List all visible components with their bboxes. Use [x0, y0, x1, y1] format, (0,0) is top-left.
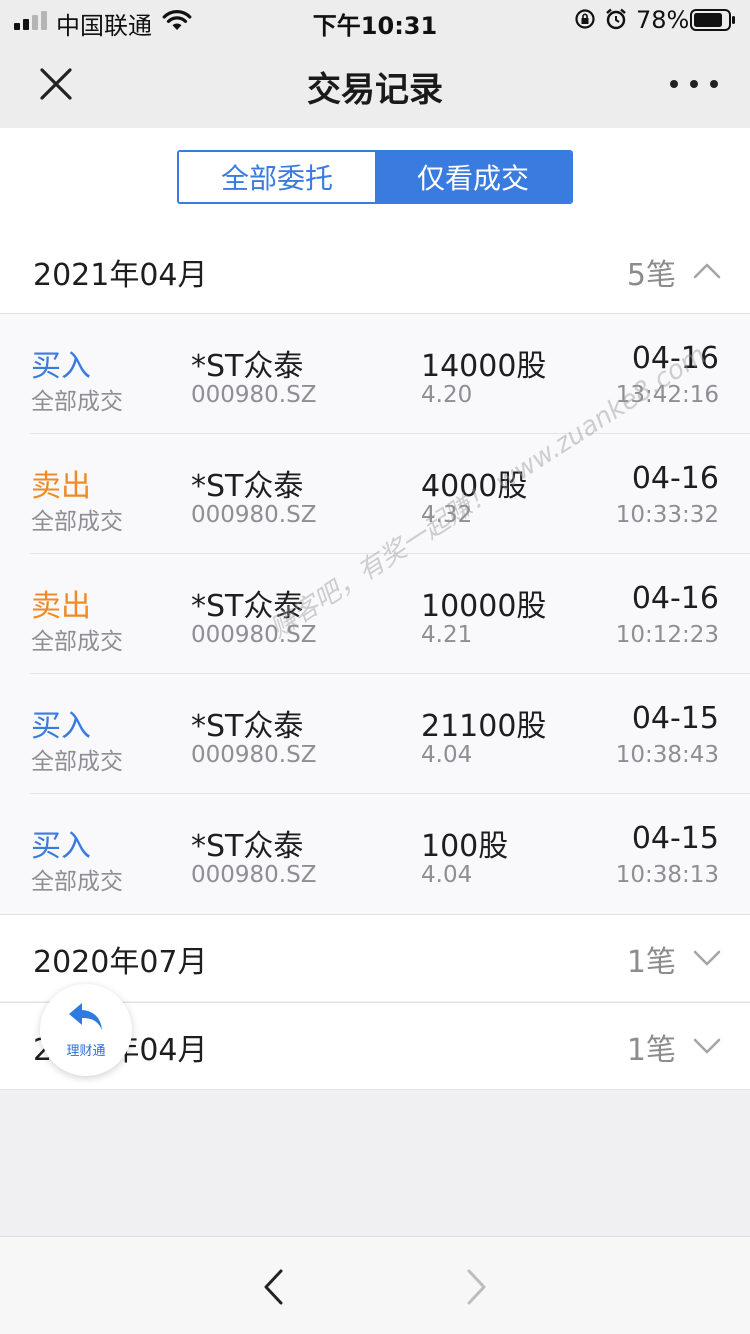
- trade-quantity: 10000股: [421, 589, 547, 624]
- rotation-lock-icon: [575, 9, 595, 29]
- trade-row[interactable]: 卖出 全部成交 *ST众泰 000980.SZ 10000股 4.21 04-1…: [0, 554, 750, 674]
- status-bar: 中国联通 下午10:31 78%: [0, 0, 750, 40]
- tab-filled-only[interactable]: 仅看成交: [375, 152, 571, 202]
- trade-time: 10:38:13: [615, 862, 719, 888]
- group-title: 2021年04月: [33, 258, 208, 293]
- tab-all-orders[interactable]: 全部委托: [179, 152, 375, 202]
- stock-code: 000980.SZ: [191, 502, 317, 528]
- trade-price: 4.32: [421, 502, 473, 528]
- stock-name: *ST众泰: [191, 469, 304, 504]
- trade-quantity: 21100股: [421, 709, 547, 744]
- float-button-label: 理财通: [66, 1044, 106, 1059]
- trade-date: 04-15: [631, 701, 719, 736]
- trade-row[interactable]: 卖出 全部成交 *ST众泰 000980.SZ 4000股 4.32 04-16…: [0, 434, 750, 554]
- close-icon[interactable]: [36, 64, 76, 104]
- trade-side: 买入: [31, 349, 91, 384]
- stock-name: *ST众泰: [191, 829, 304, 864]
- segmented-control: 全部委托 仅看成交: [177, 150, 573, 204]
- trade-status: 全部成交: [31, 869, 123, 895]
- trade-price: 4.21: [421, 622, 473, 648]
- group-count: 1笔: [626, 1033, 676, 1068]
- group-count: 1笔: [626, 945, 676, 980]
- trade-row[interactable]: 买入 全部成交 *ST众泰 000980.SZ 100股 4.04 04-15 …: [0, 794, 750, 914]
- stock-name: *ST众泰: [191, 349, 304, 384]
- trade-price: 4.04: [421, 742, 473, 768]
- trade-status: 全部成交: [31, 749, 123, 775]
- trade-time: 10:12:23: [615, 622, 719, 648]
- battery-percent: 78%: [636, 6, 690, 34]
- page-title: 交易记录: [307, 70, 443, 110]
- reply-arrow-icon: [69, 1003, 102, 1030]
- trade-side: 买入: [31, 709, 91, 744]
- group-count: 5笔: [626, 258, 676, 293]
- trade-price: 4.20: [421, 382, 473, 408]
- back-arrow-icon[interactable]: [252, 1265, 296, 1309]
- nav-bar: 交易记录: [0, 40, 750, 128]
- divider: [0, 1089, 750, 1090]
- stock-name: *ST众泰: [191, 709, 304, 744]
- trade-date: 04-16: [631, 581, 719, 616]
- trade-row[interactable]: 买入 全部成交 *ST众泰 000980.SZ 21100股 4.04 04-1…: [0, 674, 750, 794]
- trade-quantity: 14000股: [421, 349, 547, 384]
- stock-code: 000980.SZ: [191, 742, 317, 768]
- more-dots-icon[interactable]: [670, 68, 718, 100]
- licaitong-float-button[interactable]: 理财通: [40, 984, 132, 1076]
- battery-icon: [690, 9, 735, 31]
- group-header-2020-07[interactable]: 2020年07月 1笔: [0, 915, 750, 1001]
- trade-side: 卖出: [31, 469, 91, 504]
- tab-bar: 全部委托 仅看成交: [0, 128, 750, 228]
- alarm-icon: [606, 8, 626, 30]
- chevron-up-icon: [693, 263, 721, 279]
- stock-code: 000980.SZ: [191, 862, 317, 888]
- chevron-down-icon: [693, 1038, 721, 1054]
- trade-side: 买入: [31, 829, 91, 864]
- trade-quantity: 100股: [421, 829, 509, 864]
- trade-date: 04-15: [631, 821, 719, 856]
- trade-date: 04-16: [631, 341, 719, 376]
- trade-status: 全部成交: [31, 389, 123, 415]
- trade-time: 10:33:32: [615, 502, 719, 528]
- group-header-2021-04[interactable]: 2021年04月 5笔: [0, 228, 750, 314]
- trade-date: 04-16: [631, 461, 719, 496]
- trade-price: 4.04: [421, 862, 473, 888]
- trade-row[interactable]: 买入 全部成交 *ST众泰 000980.SZ 14000股 4.20 04-1…: [0, 314, 750, 434]
- stock-name: *ST众泰: [191, 589, 304, 624]
- trade-list: 买入 全部成交 *ST众泰 000980.SZ 14000股 4.20 04-1…: [0, 314, 750, 914]
- trade-quantity: 4000股: [421, 469, 528, 504]
- trade-time: 10:38:43: [615, 742, 719, 768]
- forward-arrow-icon[interactable]: [454, 1265, 498, 1309]
- trade-status: 全部成交: [31, 629, 123, 655]
- bottom-toolbar: [0, 1236, 750, 1334]
- group-title: 2020年07月: [33, 945, 208, 980]
- trade-status: 全部成交: [31, 509, 123, 535]
- stock-code: 000980.SZ: [191, 382, 317, 408]
- chevron-down-icon: [693, 950, 721, 966]
- trade-side: 卖出: [31, 589, 91, 624]
- trade-time: 13:42:16: [615, 382, 719, 408]
- stock-code: 000980.SZ: [191, 622, 317, 648]
